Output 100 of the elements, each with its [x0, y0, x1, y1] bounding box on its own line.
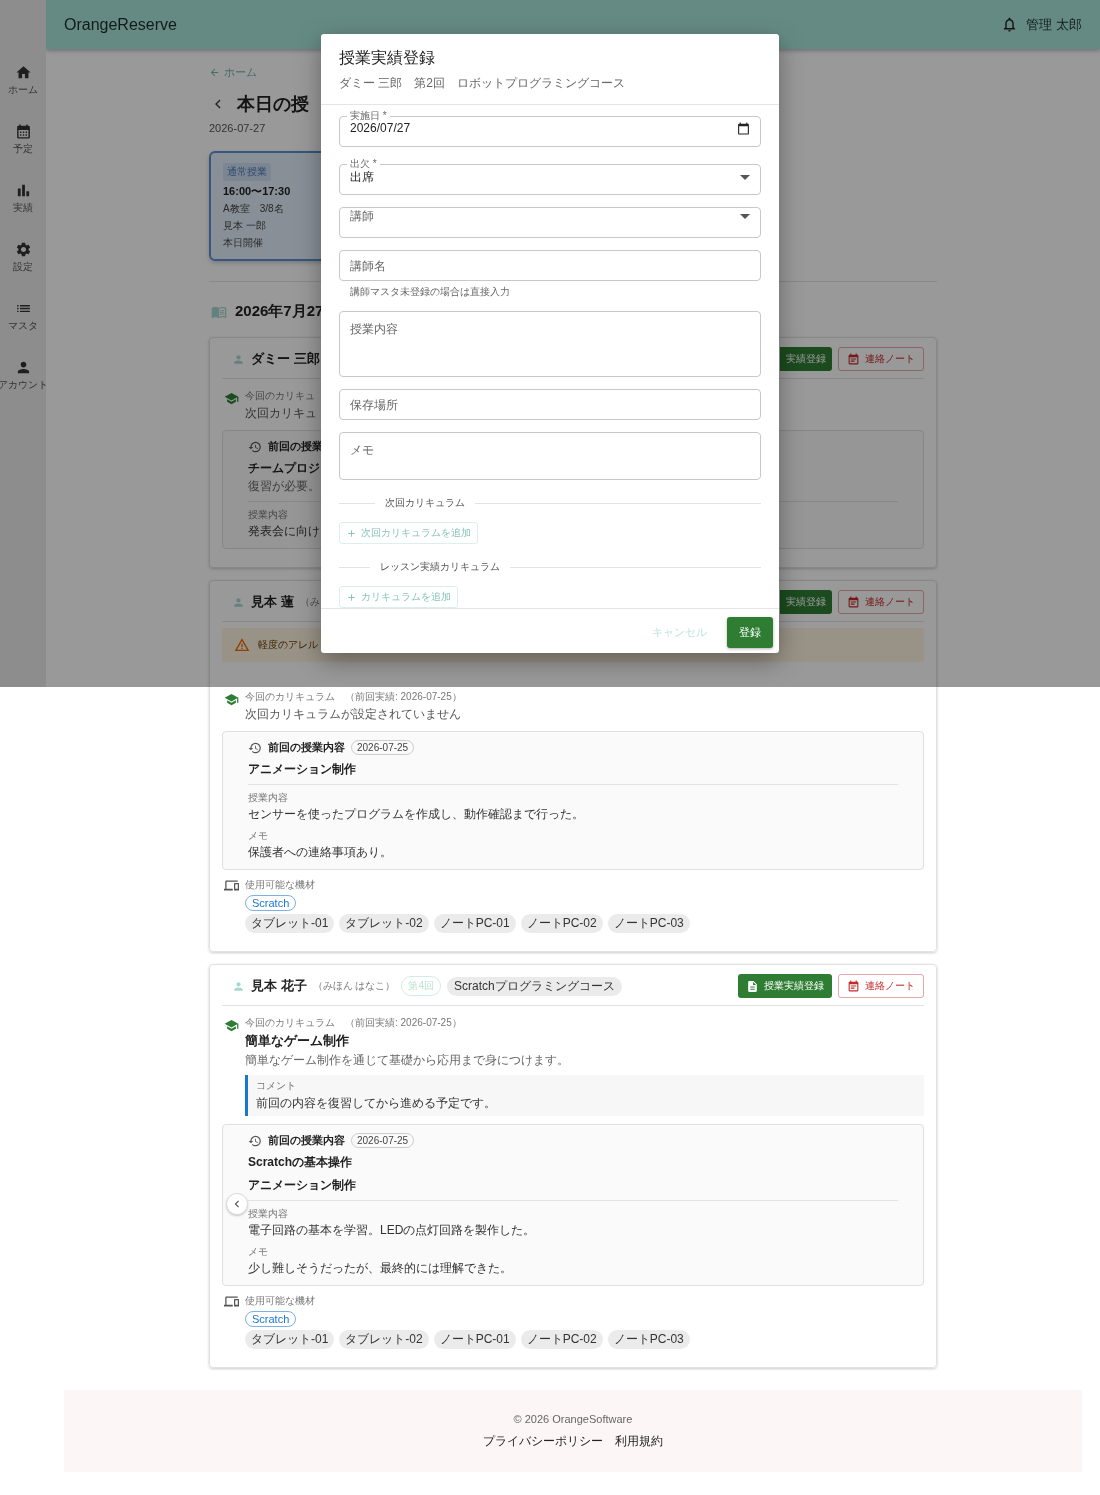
- contact-note-button[interactable]: 連絡ノート: [838, 347, 924, 371]
- user-name[interactable]: 管理 太郎: [1026, 15, 1082, 34]
- register-button[interactable]: 登録: [727, 617, 773, 648]
- equipment-label: 使用可能な機材: [245, 878, 315, 892]
- breadcrumb-link[interactable]: ホーム: [209, 65, 257, 80]
- plus-icon: [346, 591, 357, 603]
- input-field[interactable]: 保存場所: [339, 389, 761, 420]
- field-text: 少し難しそうだったが、最終的には理解できた。: [248, 1260, 512, 1277]
- person-icon: [232, 352, 245, 366]
- field-text: 電子回路の基本を学習。LEDの点灯回路を製作した。: [248, 1222, 536, 1239]
- caret-icon: [740, 175, 750, 180]
- lesson-title: アニメーション制作: [248, 761, 356, 778]
- lesson-note: 復習が必要。: [248, 478, 320, 495]
- lesson-title: チームプロジ: [248, 460, 320, 477]
- devices-icon: [224, 878, 239, 893]
- last-record-note: （前回実績: 2026-07-25）: [345, 1016, 462, 1030]
- back-arrow-icon: [209, 67, 220, 78]
- footer-link[interactable]: プライバシーポリシー: [483, 1432, 603, 1450]
- curriculum-label: 今回のカリキュラム: [245, 690, 335, 704]
- name-reading: （みほん はなこ）: [312, 979, 396, 993]
- history-icon: [248, 740, 262, 755]
- previous-lesson-heading: 前回の授業内容: [268, 740, 345, 755]
- input-field[interactable]: 講師名: [339, 250, 761, 281]
- last-record-note: （前回実績: 2026-07-25）: [345, 690, 462, 704]
- select-field[interactable]: 講師: [339, 207, 761, 238]
- lesson-status: 本日開催: [223, 236, 264, 250]
- field-text: センサーを使ったプログラムを作成し、動作確認まで行った。: [248, 806, 584, 823]
- field-text: 保護者への連絡事項あり。: [248, 844, 392, 861]
- name-reading: （み: [299, 595, 320, 609]
- device-chip: タブレット-02: [339, 1330, 429, 1349]
- dialog-subtitle: ダミー 三郎 第2回 ロボットプログラミングコース: [339, 75, 626, 92]
- device-chip: ノートPC-01: [433, 1330, 516, 1349]
- textarea-field[interactable]: 授業内容: [339, 311, 761, 377]
- device-chip: ノートPC-01: [433, 914, 516, 933]
- history-icon: [248, 439, 262, 454]
- helper-text: 講師マスタ未登録の場合は直接入力: [350, 285, 511, 299]
- graduation-cap-icon: [224, 692, 239, 707]
- field-text: 発表会に向け: [248, 523, 320, 540]
- nav-item[interactable]: ホーム: [8, 64, 38, 109]
- comment-label: コメント: [256, 1079, 296, 1093]
- alert-text: 軽度のアレル: [258, 638, 318, 652]
- nav-item[interactable]: 設定: [13, 241, 33, 286]
- note-icon: [847, 352, 860, 366]
- record-button[interactable]: 実績登録: [780, 590, 832, 614]
- record-button[interactable]: 実績登録: [780, 347, 832, 371]
- student-name: ダミー 三郎: [251, 350, 320, 368]
- field-label: 授業内容: [248, 791, 288, 805]
- field-label: 授業内容: [248, 508, 288, 522]
- dialog-title: 授業実績登録: [339, 48, 436, 68]
- note-icon: [847, 979, 860, 993]
- graduation-cap-icon: [224, 1018, 239, 1033]
- page-date: 2026-07-27: [209, 122, 266, 134]
- date-field[interactable]: 実施日 * 2026/07/27: [339, 111, 761, 147]
- note-icon: [847, 595, 860, 609]
- contact-note-button[interactable]: 連絡ノート: [838, 590, 924, 614]
- collapse-button[interactable]: [226, 1193, 248, 1215]
- nav-item[interactable]: 実績: [13, 182, 33, 227]
- calendar-icon: [14, 123, 32, 140]
- curriculum-text: 次回カリキュラムが設定されていません: [245, 706, 461, 723]
- textarea-field[interactable]: メモ: [339, 432, 761, 480]
- curriculum-label: 今回のカリキュラム: [245, 1016, 335, 1030]
- curriculum-title: 簡単なゲーム制作: [245, 1032, 349, 1050]
- nav-item[interactable]: 予定: [13, 123, 33, 168]
- lesson-time: 16:00〜17:30: [223, 184, 292, 199]
- select-field[interactable]: 出欠 * 出席: [339, 159, 761, 195]
- previous-lesson-heading: 前回の授業内容: [268, 1133, 345, 1148]
- curriculum-text: 簡単なゲーム制作を通じて基礎から応用まで身につけます。: [245, 1052, 569, 1069]
- comment-text: 前回の内容を復習してから進める予定です。: [256, 1095, 496, 1112]
- device-chip: ノートPC-02: [520, 914, 603, 933]
- record-button[interactable]: 授業実績登録: [738, 974, 832, 998]
- device-chip: タブレット-02: [339, 914, 429, 933]
- device-chip: ノートPC-02: [520, 1330, 603, 1349]
- history-icon: [248, 1133, 262, 1148]
- device-chip: ノートPC-03: [607, 1330, 690, 1349]
- curriculum-label: 今回のカリキュ: [245, 389, 315, 403]
- device-chip: ノートPC-03: [607, 914, 690, 933]
- course-chip: Scratchプログラミングコース: [446, 976, 622, 996]
- graduation-cap-icon: [224, 391, 239, 406]
- lesson-teacher: 見本 一郎: [223, 219, 267, 233]
- person-icon: [232, 979, 245, 993]
- devices-icon: [224, 1294, 239, 1309]
- home-icon: [14, 64, 32, 81]
- field-label: メモ: [248, 1245, 268, 1259]
- section-divider-label: レッスン実績カリキュラム: [380, 560, 501, 574]
- nav-item[interactable]: マスタ: [8, 300, 38, 345]
- person-icon: [232, 595, 245, 609]
- footer-link[interactable]: 利用規約: [615, 1432, 663, 1450]
- page-title: 本日の授: [237, 93, 309, 116]
- curriculum-text: 次回カリキュ: [245, 405, 317, 422]
- student-name: 見本 蓮: [251, 593, 294, 611]
- copyright-text: © 2026 OrangeSoftware: [513, 1412, 633, 1425]
- calendar-icon[interactable]: [737, 121, 750, 135]
- field-label: メモ: [248, 829, 268, 843]
- device-chip: タブレット-01: [245, 914, 335, 933]
- warning-icon: [234, 637, 250, 653]
- equipment-label: 使用可能な機材: [245, 1294, 315, 1308]
- lesson-title: アニメーション制作: [248, 1177, 356, 1194]
- lesson-tag: 通常授業: [223, 163, 271, 181]
- contact-note-button[interactable]: 連絡ノート: [838, 974, 924, 998]
- caret-icon: [740, 214, 750, 219]
